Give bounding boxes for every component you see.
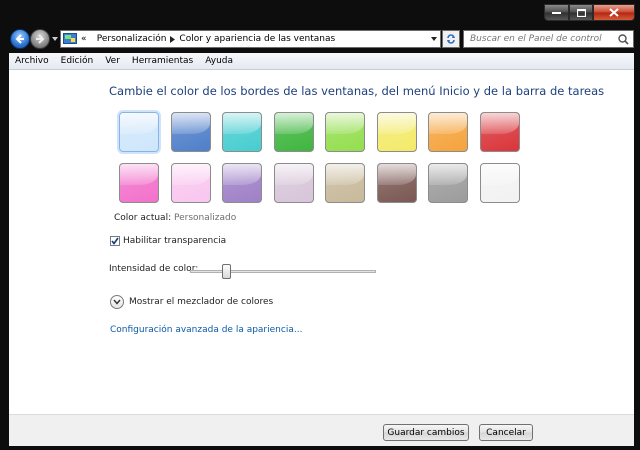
color-swatch-cielo[interactable] xyxy=(119,112,159,152)
close-button[interactable] xyxy=(593,4,635,21)
advanced-appearance-link[interactable]: Configuración avanzada de la apariencia.… xyxy=(110,325,302,335)
minimize-icon xyxy=(552,11,561,14)
check-icon xyxy=(111,237,119,245)
forward-button[interactable] xyxy=(30,29,50,49)
refresh-button[interactable] xyxy=(442,30,460,48)
menu-edicion[interactable]: Edición xyxy=(55,56,100,66)
color-mixer-toggle[interactable]: Mostrar el mezclador de colores xyxy=(110,295,273,309)
slider-thumb[interactable] xyxy=(222,264,231,279)
current-color-value: Personalizado xyxy=(173,213,237,223)
intensity-label: Intensidad de color: xyxy=(109,264,199,274)
transparency-option[interactable]: Habilitar transparencia xyxy=(110,236,226,246)
color-swatch-rubi[interactable] xyxy=(479,112,520,152)
current-color-label: Color actual: xyxy=(114,213,172,223)
cancel-button[interactable]: Cancelar xyxy=(479,424,533,441)
color-swatch-limon[interactable] xyxy=(376,112,417,152)
close-icon xyxy=(609,8,619,17)
color-swatch-lima[interactable] xyxy=(325,112,365,152)
color-swatch-hoja[interactable] xyxy=(273,112,314,152)
control-panel-icon xyxy=(63,33,77,44)
save-changes-button[interactable]: Guardar cambios xyxy=(383,424,469,441)
maximize-icon xyxy=(576,8,586,17)
intensity-slider[interactable] xyxy=(190,264,376,279)
expand-button[interactable] xyxy=(110,295,124,309)
back-button[interactable] xyxy=(10,29,30,49)
menu-ayuda[interactable]: Ayuda xyxy=(199,56,239,66)
color-swatch-pizarra[interactable] xyxy=(428,163,468,203)
refresh-icon xyxy=(447,34,455,44)
menu-herramientas[interactable]: Herramientas xyxy=(126,56,199,66)
maximize-button[interactable] xyxy=(569,4,593,21)
color-swatch-chocolate[interactable] xyxy=(376,163,417,203)
search-box[interactable] xyxy=(463,30,634,48)
recent-pages-icon[interactable] xyxy=(51,35,59,43)
arrow-left-icon xyxy=(15,34,24,44)
color-swatch-escarcha[interactable] xyxy=(479,163,520,203)
minimize-button[interactable] xyxy=(544,4,569,21)
color-swatch-taupe[interactable] xyxy=(325,163,365,203)
menu-archivo[interactable]: Archivo xyxy=(9,56,55,66)
chevron-right-icon[interactable] xyxy=(170,35,176,43)
control-panel-window: « Personalización Color y apariencia de … xyxy=(0,0,640,450)
arrow-right-icon xyxy=(36,34,45,44)
search-icon[interactable] xyxy=(618,34,629,45)
page-title: Cambie el color de los bordes de las ven… xyxy=(109,84,605,98)
color-swatch-violeta[interactable] xyxy=(222,163,262,203)
dialog-footer: Guardar cambios Cancelar xyxy=(9,414,634,446)
chevron-down-icon xyxy=(113,299,121,305)
color-swatch-fucsia[interactable] xyxy=(119,163,159,203)
content-pane: Cambie el color de los bordes de las ven… xyxy=(9,70,634,414)
slider-track[interactable] xyxy=(190,270,376,273)
breadcrumb-item-personalizacion[interactable]: Personalización xyxy=(97,34,167,44)
menu-ver[interactable]: Ver xyxy=(99,56,126,66)
transparency-label[interactable]: Habilitar transparencia xyxy=(123,236,226,246)
menu-bar: Archivo Edición Ver Herramientas Ayuda xyxy=(9,53,634,70)
transparency-checkbox[interactable] xyxy=(110,236,120,246)
color-mixer-label[interactable]: Mostrar el mezclador de colores xyxy=(129,297,273,307)
color-swatch-mar[interactable] xyxy=(222,112,262,152)
breadcrumb-item-color-apariencia[interactable]: Color y apariencia de las ventanas xyxy=(179,34,335,44)
color-swatch-crepusculo[interactable] xyxy=(170,112,211,152)
address-bar[interactable]: « Personalización Color y apariencia de … xyxy=(60,30,441,48)
color-swatch-rosado[interactable] xyxy=(170,163,211,203)
chevron-down-icon[interactable] xyxy=(430,35,438,43)
search-input[interactable] xyxy=(470,32,620,46)
color-swatch-lavanda[interactable] xyxy=(273,163,314,203)
color-swatch-mandarina[interactable] xyxy=(428,112,468,152)
breadcrumb-spacer xyxy=(91,35,93,43)
current-color: Color actual: Personalizado xyxy=(114,213,236,223)
breadcrumb-overflow[interactable]: « xyxy=(81,34,87,44)
navigation-bar: « Personalización Color y apariencia de … xyxy=(0,26,640,52)
caption-buttons xyxy=(544,4,635,22)
